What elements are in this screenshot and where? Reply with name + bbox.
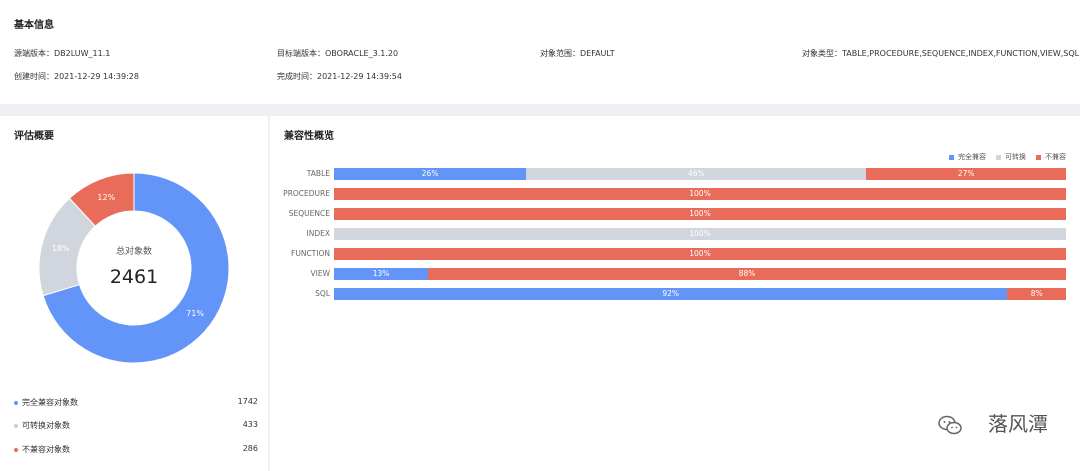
watermark-text: 落风潭 [988,412,1048,436]
bar-segment-label: 13% [372,269,390,278]
summary-legend-item: 可转换对象数 433 [14,420,258,432]
legend-swatch-icon [996,154,1001,160]
summary-panel: 评估概要 71% 18% 12% 总对象数 2461 完全兼容对象数 1742 可转换对… [0,116,268,471]
bar-row: 100% [334,188,1066,200]
chart-legend-item[interactable]: 可转换 [996,152,1026,162]
object-types: 对象类型：TABLE,PROCEDURE,SEQUENCE,INDEX,FUNC… [802,49,1080,58]
bar-segment-label: 88% [738,269,756,278]
bar-row: 26% 46% 27% [334,168,1066,180]
summary-legend-item: 不兼容对象数 286 [14,444,258,456]
chart-legend-label: 完全兼容 [958,153,986,161]
chart-legend-label: 可转换 [1005,153,1026,161]
legend-count: 433 [242,420,258,429]
legend-swatch-icon [949,154,954,160]
chart-legend: 完全兼容 可转换 不兼容 [939,152,1066,162]
legend-count: 1742 [237,397,258,406]
category-label: TABLE [306,169,330,178]
target-version: 目标端版本：OBORACLE_3.1.20 [277,49,399,58]
bar-segment-label: 27% [957,169,975,178]
donut-slice-label: 71% [186,309,204,318]
legend-dot-icon [14,401,18,405]
chart-legend-item[interactable]: 完全兼容 [949,152,986,162]
finished-time: 完成时间：2021-12-29 14:39:54 [277,72,402,81]
bar-row: 100% [334,248,1066,260]
category-label: VIEW [310,269,331,278]
legend-count: 286 [242,444,258,453]
source-version: 源端版本：DB2LUW_11.1 [14,49,111,58]
wechat-icon [938,415,962,435]
bar-segment-label: 100% [689,229,711,238]
total-value: 2461 [110,266,158,288]
category-label: SEQUENCE [288,209,330,218]
donut-chart: 71% 18% 12% 总对象数 2461 [38,172,230,364]
bar-row: 92% 8% [334,288,1066,300]
bar-segment-label: 46% [687,169,705,178]
summary-title: 评估概要 [14,131,54,142]
bar-row: 100% [334,208,1066,220]
legend-label: 可转换对象数 [22,421,70,430]
donut-slice-label: 18% [52,244,70,253]
compatibility-title: 兼容性概览 [284,131,334,142]
bar-segment-label: 100% [689,189,711,198]
legend-dot-icon [14,448,18,452]
bar-row: 100% [334,228,1066,240]
legend-swatch-icon [1036,154,1041,160]
legend-dot-icon [14,424,18,428]
chart-legend-item[interactable]: 不兼容 [1036,152,1066,162]
legend-label: 完全兼容对象数 [22,398,78,407]
bar-row: 13% 88% [334,268,1066,280]
basic-info-title: 基本信息 [14,20,54,31]
object-scope: 对象范围：DEFAULT [540,49,615,58]
donut-slice-label: 12% [97,193,115,202]
bar-segment-label: 26% [421,169,439,178]
chart-legend-label: 不兼容 [1045,153,1066,161]
bar-segment-label: 8% [1030,289,1043,298]
category-label: SQL [315,289,330,298]
summary-legend-item: 完全兼容对象数 1742 [14,397,258,409]
bar-segment-label: 100% [689,209,711,218]
category-label: PROCEDURE [283,189,330,198]
basic-info-panel: 基本信息 源端版本：DB2LUW_11.1 目标端版本：OBORACLE_3.1… [0,0,1080,104]
bar-segment-label: 92% [662,289,680,298]
bar-segment-label: 100% [689,249,711,258]
total-label: 总对象数 [116,245,152,257]
category-label: INDEX [306,229,330,238]
category-label: FUNCTION [291,249,330,258]
created-time: 创建时间：2021-12-29 14:39:28 [14,72,139,81]
legend-label: 不兼容对象数 [22,445,70,454]
